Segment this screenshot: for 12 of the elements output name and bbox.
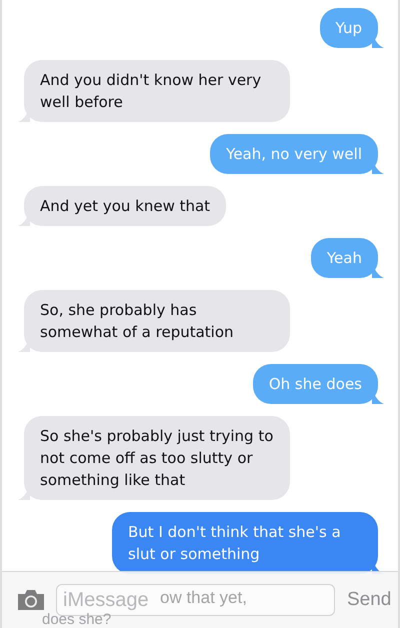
message-bubble: And yet you knew that <box>24 186 226 226</box>
message-bubble: But I don't think that she's a slut or something <box>112 512 378 574</box>
message-bubble: Yeah, no very well <box>210 134 378 174</box>
message-bubble: And you didn't know her very well before <box>24 60 290 122</box>
message-bubble: Yeah <box>310 238 378 278</box>
camera-icon[interactable] <box>16 589 46 611</box>
message-bubble: So she's probably just trying to not come off as too slutty or something like that <box>24 416 290 500</box>
send-button[interactable]: Send <box>345 589 394 611</box>
message-bubble: Yup <box>320 8 378 48</box>
covered-message-text: ow that yet, <box>160 588 247 608</box>
message-bubble: Oh she does <box>252 364 378 404</box>
message-bubble: So, she probably has somewhat of a reputation <box>24 290 290 352</box>
